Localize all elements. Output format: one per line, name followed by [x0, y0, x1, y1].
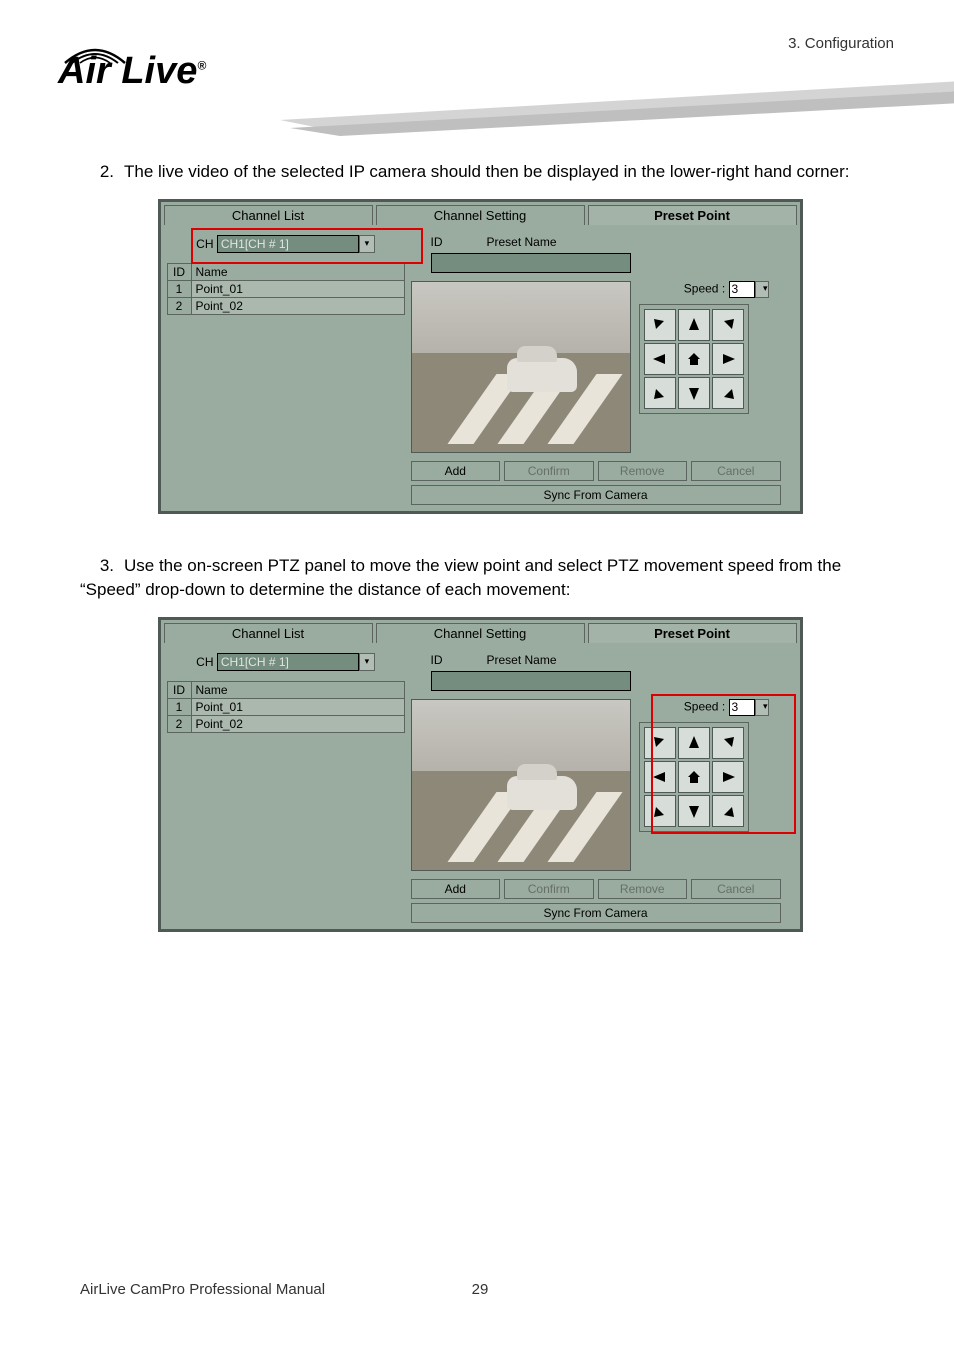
- ptz-down-right-button[interactable]: [712, 795, 744, 827]
- ptz-down-right-button[interactable]: [712, 377, 744, 409]
- ptz-control-panel: [639, 304, 749, 414]
- tab-channel-setting[interactable]: Channel Setting: [376, 623, 585, 643]
- tab-channel-list[interactable]: Channel List: [164, 205, 373, 225]
- ptz-up-left-button[interactable]: [644, 727, 676, 759]
- ptz-right-button[interactable]: [712, 343, 744, 375]
- speed-dropdown-arrow-icon[interactable]: ▾: [755, 699, 769, 716]
- sync-from-camera-button[interactable]: Sync From Camera: [411, 903, 781, 923]
- ptz-right-button[interactable]: [712, 761, 744, 793]
- live-video-preview: [411, 699, 631, 871]
- ptz-up-left-button[interactable]: [644, 309, 676, 341]
- speed-dropdown[interactable]: 3: [729, 699, 755, 716]
- col-hdr-name: Name: [191, 681, 404, 698]
- preset-point-window-2: Channel List Channel Setting Preset Poin…: [158, 617, 803, 932]
- speed-label: Speed :: [684, 700, 725, 714]
- preset-name-label: Preset Name: [487, 235, 557, 249]
- remove-button[interactable]: Remove: [598, 879, 688, 899]
- ptz-control-panel: [639, 722, 749, 832]
- page-section-header: 3. Configuration: [788, 35, 894, 52]
- footer-doc-title: AirLive CamPro Professional Manual: [80, 1281, 325, 1298]
- table-row[interactable]: 2 Point_02: [167, 297, 404, 314]
- live-video-preview: [411, 281, 631, 453]
- channel-dropdown[interactable]: CH1[CH # 1]: [217, 653, 359, 671]
- ptz-down-button[interactable]: [678, 795, 710, 827]
- step-3-text: Use the on-screen PTZ panel to move the …: [80, 556, 841, 600]
- confirm-button[interactable]: Confirm: [504, 461, 594, 481]
- add-button[interactable]: Add: [411, 879, 501, 899]
- speed-dropdown[interactable]: 3: [729, 281, 755, 298]
- tab-channel-list[interactable]: Channel List: [164, 623, 373, 643]
- step-3-number: 3.: [80, 554, 114, 579]
- tab-preset-point[interactable]: Preset Point: [588, 205, 797, 225]
- preset-name-label: Preset Name: [487, 653, 557, 667]
- cancel-button[interactable]: Cancel: [691, 879, 781, 899]
- step-2-number: 2.: [80, 160, 114, 185]
- channel-dropdown-arrow-icon[interactable]: ▾: [359, 653, 375, 671]
- ptz-left-button[interactable]: [644, 343, 676, 375]
- step-3: 3.Use the on-screen PTZ panel to move th…: [80, 554, 880, 603]
- speed-dropdown-arrow-icon[interactable]: ▾: [755, 281, 769, 298]
- preset-id-label: ID: [431, 235, 443, 249]
- confirm-button[interactable]: Confirm: [504, 879, 594, 899]
- col-hdr-id: ID: [167, 681, 191, 698]
- channel-dropdown[interactable]: CH1[CH # 1]: [217, 235, 359, 253]
- preset-point-window-1: Channel List Channel Setting Preset Poin…: [158, 199, 803, 514]
- ptz-left-button[interactable]: [644, 761, 676, 793]
- cancel-button[interactable]: Cancel: [691, 461, 781, 481]
- channel-dropdown-arrow-icon[interactable]: ▾: [359, 235, 375, 253]
- ptz-up-button[interactable]: [678, 727, 710, 759]
- tab-preset-point[interactable]: Preset Point: [588, 623, 797, 643]
- step-2: 2. The live video of the selected IP came…: [80, 160, 880, 185]
- brand-logo: Air Live®: [58, 50, 206, 93]
- preset-table: ID Name 1 Point_01 2 Point_02: [167, 681, 405, 733]
- ptz-down-button[interactable]: [678, 377, 710, 409]
- tab-channel-setting[interactable]: Channel Setting: [376, 205, 585, 225]
- sync-from-camera-button[interactable]: Sync From Camera: [411, 485, 781, 505]
- ptz-down-left-button[interactable]: [644, 795, 676, 827]
- step-2-text: The live video of the selected IP camera…: [124, 162, 849, 181]
- add-button[interactable]: Add: [411, 461, 501, 481]
- ch-label: CH: [196, 237, 213, 251]
- header-ribbon-icon: [280, 80, 954, 140]
- preset-id-label: ID: [431, 653, 443, 667]
- preset-table: ID Name 1 Point_01 2 Point_02: [167, 263, 405, 315]
- preset-name-input[interactable]: [431, 671, 631, 691]
- ptz-home-button[interactable]: [678, 761, 710, 793]
- speed-label: Speed :: [684, 281, 725, 295]
- ptz-up-right-button[interactable]: [712, 309, 744, 341]
- ch-label: CH: [196, 655, 213, 669]
- remove-button[interactable]: Remove: [598, 461, 688, 481]
- ptz-home-button[interactable]: [678, 343, 710, 375]
- table-row[interactable]: 1 Point_01: [167, 698, 404, 715]
- table-row[interactable]: 2 Point_02: [167, 715, 404, 732]
- ptz-up-button[interactable]: [678, 309, 710, 341]
- ptz-up-right-button[interactable]: [712, 727, 744, 759]
- preset-name-input[interactable]: [431, 253, 631, 273]
- footer-page-number: 29: [472, 1281, 489, 1298]
- table-row[interactable]: 1 Point_01: [167, 280, 404, 297]
- col-hdr-name: Name: [191, 263, 404, 280]
- ptz-down-left-button[interactable]: [644, 377, 676, 409]
- col-hdr-id: ID: [167, 263, 191, 280]
